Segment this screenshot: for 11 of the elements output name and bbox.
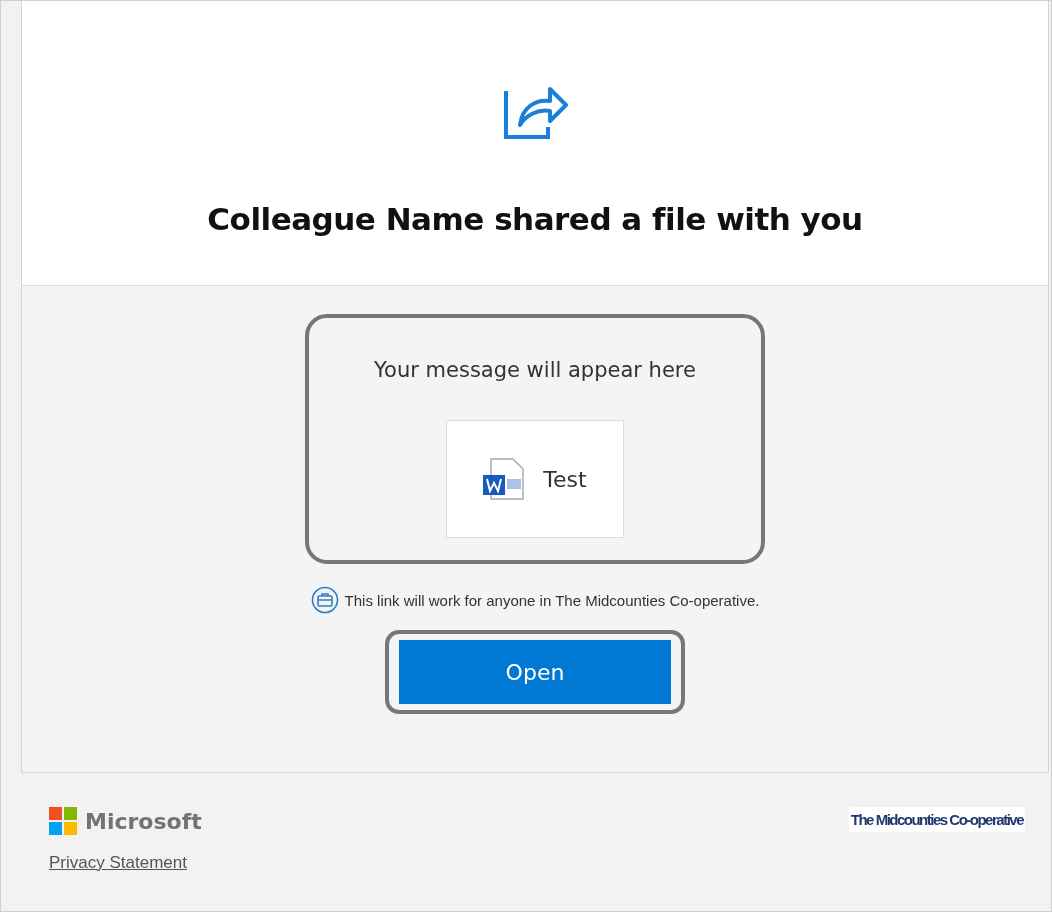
share-heading: Colleague Name shared a file with you bbox=[207, 201, 863, 237]
file-tile[interactable]: Test bbox=[446, 420, 624, 538]
open-button[interactable]: Open bbox=[399, 640, 671, 704]
microsoft-logo-icon bbox=[49, 807, 77, 835]
file-name: Test bbox=[543, 466, 587, 492]
link-note: This link will work for anyone in The Midcounties Co-operative. bbox=[344, 591, 760, 609]
message-text: Your message will appear here bbox=[374, 358, 696, 382]
briefcase-icon bbox=[310, 586, 339, 614]
brand-name: Microsoft bbox=[85, 808, 202, 834]
organization-logo: The Midcounties Co-operative bbox=[848, 807, 1025, 832]
privacy-link[interactable]: Privacy Statement bbox=[49, 853, 202, 873]
